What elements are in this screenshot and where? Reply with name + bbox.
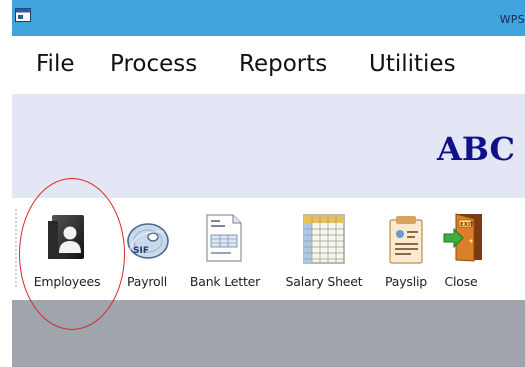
employees-label: Employees — [33, 274, 101, 289]
payroll-button[interactable]: SIF Payroll — [121, 198, 173, 300]
document-icon — [206, 214, 242, 262]
menu-bar: File Process Reports Utilities — [12, 36, 525, 94]
payslip-label: Payslip — [384, 274, 428, 289]
close-button[interactable]: EXIT Close — [436, 198, 486, 300]
exit-door-icon: EXIT — [443, 213, 482, 262]
workspace-area — [12, 300, 525, 367]
payroll-label: Payroll — [126, 274, 168, 289]
svg-text:EXIT: EXIT — [460, 222, 474, 228]
menu-reports[interactable]: Reports — [239, 51, 327, 77]
menu-process[interactable]: Process — [110, 51, 197, 77]
window-title: WPS — [499, 13, 525, 26]
salary-sheet-button[interactable]: Salary Sheet — [278, 198, 370, 300]
company-name: ABC — [437, 130, 515, 168]
company-banner: ABC — [12, 94, 525, 198]
bank-letter-label: Bank Letter — [189, 274, 261, 289]
spreadsheet-icon — [303, 214, 345, 264]
bank-letter-button[interactable]: Bank Letter — [180, 198, 270, 300]
menu-utilities[interactable]: Utilities — [369, 51, 456, 77]
sif-disc-icon: SIF — [127, 223, 169, 259]
payslip-button[interactable]: Payslip — [378, 198, 434, 300]
app-icon[interactable] — [15, 8, 31, 22]
toolbar: Employees SIF Payroll Bank Letter Salary… — [12, 198, 525, 300]
employee-folder-icon — [48, 215, 84, 259]
employees-button[interactable]: Employees — [24, 198, 110, 300]
toolbar-grip[interactable] — [15, 208, 17, 288]
menu-file[interactable]: File — [36, 51, 75, 77]
payslip-icon — [389, 216, 423, 264]
svg-text:SIF: SIF — [133, 246, 149, 256]
app-window: WPS File Process Reports Utilities ABC E… — [12, 0, 525, 367]
title-bar[interactable]: WPS — [12, 0, 525, 36]
salary-sheet-label: Salary Sheet — [285, 274, 363, 289]
close-label: Close — [444, 274, 478, 289]
